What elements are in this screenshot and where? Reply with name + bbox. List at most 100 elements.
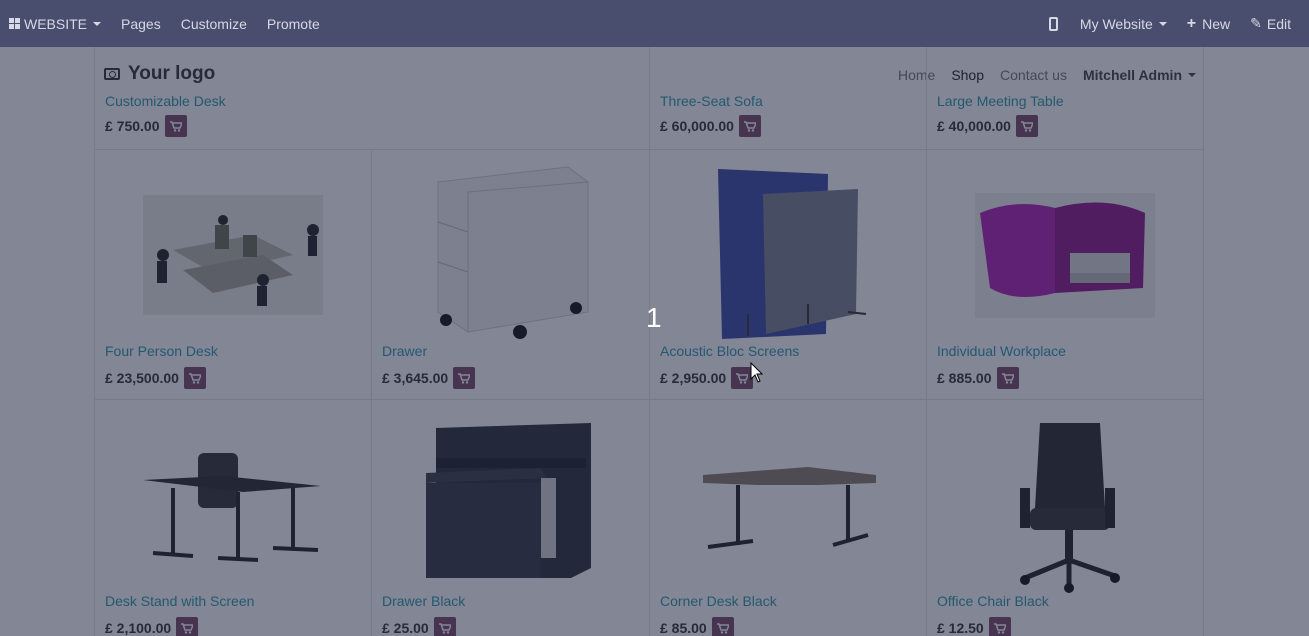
product-card[interactable]: Drawer Black £ 25.00: [371, 400, 649, 636]
product-row: Four Person Desk £ 23,500.00 Drawer £ 3,…: [94, 150, 1204, 400]
product-card[interactable]: Three-Seat Sofa £ 60,000.00: [649, 47, 926, 149]
corner-desk-image: [703, 467, 876, 549]
add-to-cart-button[interactable]: [711, 617, 734, 636]
drawer-image: [437, 166, 589, 339]
product-card[interactable]: Individual Workplace £ 885.00: [926, 150, 1204, 399]
product-row: Customizable Desk £ 750.00 Three-Seat So…: [94, 47, 1204, 150]
apps-icon: [9, 18, 20, 29]
product-name[interactable]: Four Person Desk: [105, 343, 218, 359]
product-name[interactable]: Large Meeting Table: [937, 93, 1064, 109]
pages-menu[interactable]: Pages: [111, 0, 171, 47]
product-price-row: £ 2,950.00: [660, 367, 754, 389]
website-menu-label: WEBSITE: [24, 15, 88, 32]
mouse-cursor-icon: [750, 362, 764, 383]
product-price-row: £ 25.00: [382, 617, 456, 636]
cart-icon: [1001, 372, 1014, 384]
cart-icon: [458, 372, 471, 384]
drawer-black-image: [425, 423, 591, 578]
individual-workplace-image: [975, 192, 1155, 318]
product-price-row: £ 12.50: [937, 617, 1011, 636]
add-to-cart-button[interactable]: [988, 617, 1011, 636]
product-price: £ 2,950.00: [660, 370, 727, 386]
cart-icon: [993, 622, 1006, 634]
product-price-row: £ 2,100.00: [105, 617, 199, 636]
add-to-cart-button[interactable]: [433, 617, 456, 636]
product-image[interactable]: [650, 450, 926, 560]
product-name[interactable]: Desk Stand with Screen: [105, 593, 254, 609]
cart-icon: [716, 622, 729, 634]
new-label: New: [1202, 15, 1231, 32]
my-website-label: My Website: [1079, 15, 1153, 32]
cart-icon: [1020, 120, 1033, 132]
product-card[interactable]: Acoustic Bloc Screens £ 2,950.00: [649, 150, 926, 399]
add-to-cart-button[interactable]: [183, 367, 206, 389]
product-card[interactable]: Four Person Desk £ 23,500.00: [94, 150, 371, 399]
product-name[interactable]: Drawer: [382, 343, 427, 359]
product-price-row: £ 885.00: [937, 367, 1019, 389]
office-chair-image: [1020, 422, 1120, 593]
mobile-preview-icon[interactable]: [1048, 16, 1058, 31]
product-name[interactable]: Acoustic Bloc Screens: [660, 343, 799, 359]
plus-icon: +: [1186, 14, 1197, 32]
cart-icon: [438, 622, 451, 634]
product-price: £ 2,100.00: [105, 620, 172, 636]
product-card[interactable]: Drawer £ 3,645.00: [371, 150, 649, 399]
product-price: £ 85.00: [660, 620, 707, 636]
product-image[interactable]: [927, 190, 1203, 320]
cart-icon: [188, 372, 201, 384]
customize-menu[interactable]: Customize: [171, 0, 257, 47]
product-price: £ 25.00: [382, 620, 429, 636]
product-card[interactable]: Customizable Desk £ 750.00: [94, 47, 649, 149]
product-price: £ 12.50: [937, 620, 984, 636]
add-to-cart-button[interactable]: [164, 115, 187, 137]
product-row: Desk Stand with Screen £ 2,100.00 Drawer…: [94, 400, 1204, 636]
product-price: £ 885.00: [937, 370, 992, 386]
product-image[interactable]: [372, 418, 649, 583]
website-menu[interactable]: WEBSITE: [0, 0, 111, 47]
product-price-row: £ 40,000.00: [937, 115, 1038, 137]
promote-menu[interactable]: Promote: [257, 0, 330, 47]
add-to-cart-button[interactable]: [176, 617, 199, 636]
product-price-row: £ 85.00: [660, 617, 734, 636]
product-name[interactable]: Drawer Black: [382, 593, 465, 609]
product-card[interactable]: Desk Stand with Screen £ 2,100.00: [94, 400, 371, 636]
product-price-row: £ 750.00: [105, 115, 187, 137]
cart-icon: [169, 120, 182, 132]
product-name[interactable]: Customizable Desk: [105, 93, 226, 109]
product-image[interactable]: [927, 415, 1203, 595]
product-card[interactable]: Large Meeting Table £ 40,000.00: [926, 47, 1204, 149]
product-price-row: £ 60,000.00: [660, 115, 761, 137]
product-price: £ 23,500.00: [105, 370, 179, 386]
edit-button[interactable]: ✎ Edit: [1240, 0, 1301, 47]
caret-down-icon: [1158, 21, 1167, 26]
product-price: £ 3,645.00: [382, 370, 449, 386]
add-to-cart-button[interactable]: [996, 367, 1019, 389]
four-person-desk-image: [143, 195, 323, 315]
product-price: £ 60,000.00: [660, 118, 734, 134]
product-price: £ 40,000.00: [937, 118, 1011, 134]
product-price-row: £ 23,500.00: [105, 367, 206, 389]
tour-step-number: 1: [646, 302, 662, 333]
product-price: £ 750.00: [105, 118, 160, 134]
product-card[interactable]: Office Chair Black £ 12.50: [926, 400, 1204, 636]
add-to-cart-button[interactable]: [738, 115, 761, 137]
caret-down-icon: [93, 21, 102, 26]
product-card[interactable]: Corner Desk Black £ 85.00: [649, 400, 926, 636]
product-name[interactable]: Individual Workplace: [937, 343, 1066, 359]
new-button[interactable]: + New: [1177, 0, 1240, 47]
pencil-icon: ✎: [1250, 15, 1262, 31]
my-website-menu[interactable]: My Website: [1070, 0, 1177, 47]
edit-label: Edit: [1266, 15, 1291, 32]
add-to-cart-button[interactable]: [453, 367, 476, 389]
product-name[interactable]: Corner Desk Black: [660, 593, 777, 609]
cart-icon: [181, 622, 194, 634]
product-image[interactable]: [95, 190, 371, 320]
product-name[interactable]: Office Chair Black: [937, 593, 1049, 609]
product-image[interactable]: [95, 440, 371, 570]
admin-bar: WEBSITE Pages Customize Promote My Websi…: [0, 0, 1309, 47]
product-price-row: £ 3,645.00: [382, 367, 476, 389]
product-image[interactable]: [372, 162, 649, 342]
add-to-cart-button[interactable]: [1015, 115, 1038, 137]
product-name[interactable]: Three-Seat Sofa: [660, 93, 763, 109]
product-image[interactable]: [650, 164, 926, 344]
